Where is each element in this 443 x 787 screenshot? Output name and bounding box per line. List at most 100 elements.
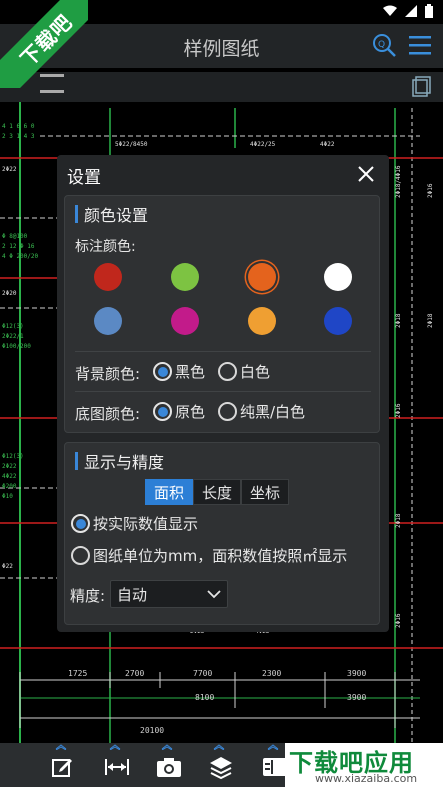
svg-text:2Φ18/4Φ16: 2Φ18/4Φ16 [395,165,402,198]
svg-text:4Φ22: 4Φ22 [2,473,17,480]
dim-label: 20100 [140,726,164,735]
svg-text:4 1 6 6 0: 4 1 6 6 0 [2,123,35,130]
svg-text:2Φ16: 2Φ16 [395,403,402,418]
background-white-radio[interactable]: 白色 [218,361,270,382]
signal-icon [405,5,417,17]
actual-value-radio[interactable]: 按实际数值显示 [71,513,198,534]
menu-icon[interactable] [407,32,433,58]
background-color-label: 背景颜色: [75,365,141,383]
measure-type-tabs: 面积 长度 坐标 [145,479,290,505]
layers-tool[interactable] [200,743,240,787]
svg-text:4Φ22/25: 4Φ22/25 [250,141,276,148]
color-settings-group: 颜色设置 标注颜色: 背景颜色: 黑色 白色 底图颜色: 原色 纯黑/白色 [64,195,380,433]
edit-icon [52,759,72,777]
measure-icon [105,759,129,775]
mm-unit-radio[interactable]: 图纸单位为mm，面积数值按照㎡显示 [71,545,347,566]
section-heading: 显示与精度 [84,453,165,472]
radio-label: 按实际数值显示 [93,515,199,533]
radio-indicator [71,514,90,533]
dim-label: 8100 [195,693,214,702]
radio-indicator [218,402,237,421]
tab-area[interactable]: 面积 [145,479,194,505]
radio-label: 原色 [175,403,206,421]
base-color-label: 底图颜色: [75,405,141,423]
dim-label: 3900 [347,669,366,678]
chevron-up-icon [213,744,225,750]
svg-text:2 3 1 4 3: 2 3 1 4 3 [2,133,35,140]
tab-length[interactable]: 长度 [193,479,242,505]
brand-url: www.xiazaiba.com [315,772,418,785]
battery-icon [425,4,433,18]
dim-label: 1725 [68,669,87,678]
svg-text:2Φ18: 2Φ18 [427,313,434,328]
svg-text:5Φ22/8450: 5Φ22/8450 [115,141,148,148]
svg-text:2 12 Φ 16: 2 12 Φ 16 [2,243,35,250]
screenshot-tool[interactable] [148,743,188,787]
color-swatch-white[interactable] [324,263,352,291]
close-icon[interactable] [355,163,377,185]
section-accent-bar [75,452,78,470]
dialog-title: 设置 [67,168,101,188]
svg-text:2Φ22: 2Φ22 [2,463,17,470]
search-icon[interactable]: Q [371,32,397,58]
svg-text:Φ12(3): Φ12(3) [2,323,24,330]
base-original-radio[interactable]: 原色 [153,401,205,422]
svg-text:2Φ22: 2Φ22 [2,166,17,173]
svg-text:2Φ18: 2Φ18 [395,313,402,328]
camera-icon [157,758,181,777]
svg-text:Q: Q [378,40,385,50]
dim-label: 7700 [193,669,212,678]
svg-text:Φ22: Φ22 [2,563,13,570]
chevron-down-icon [207,590,221,599]
chevron-up-icon [55,744,67,750]
layers-icon [210,757,232,780]
radio-label: 图纸单位为mm，面积数值按照㎡显示 [93,547,348,565]
radio-label: 黑色 [175,363,206,381]
svg-text:Φ12(3): Φ12(3) [2,453,24,460]
dim-label: 2300 [262,669,281,678]
color-swatch-amber[interactable] [248,307,276,335]
color-swatch-magenta[interactable] [171,307,199,335]
svg-text:Φ200: Φ200 [2,483,17,490]
svg-text:2Φ16: 2Φ16 [395,613,402,628]
radio-label: 白色 [240,363,271,381]
measure-tool[interactable] [96,743,136,787]
svg-text:2Φ22/1: 2Φ22/1 [2,333,24,340]
settings-dialog: 设置 颜色设置 标注颜色: 背景颜色: 黑色 白色 底图颜色: 原色 纯黑/白色… [57,155,389,632]
precision-value: 自动 [117,585,148,604]
chevron-up-icon [161,744,173,750]
wifi-icon [383,5,397,16]
display-precision-group: 显示与精度 面积 长度 坐标 按实际数值显示 图纸单位为mm，面积数值按照㎡显示… [64,442,380,625]
radio-indicator [71,546,90,565]
divider [75,351,371,352]
brand-watermark: 下载吧应用 www.xiazaiba.com [285,743,443,787]
color-swatch-blue[interactable] [324,307,352,335]
chevron-up-icon [267,744,279,750]
svg-text:Φ10: Φ10 [2,493,13,500]
svg-text:4Φ22: 4Φ22 [320,141,335,148]
section-accent-bar [75,205,78,223]
svg-text:Φ 8@100: Φ 8@100 [2,233,28,240]
precision-select[interactable]: 自动 [110,580,228,608]
watermark-logo: 下载吧 [0,0,88,88]
svg-text:2Φ18: 2Φ18 [395,513,402,528]
edit-tool[interactable] [42,743,82,787]
color-swatch-blue-gray[interactable] [94,307,122,335]
color-swatch-orange[interactable] [248,263,276,291]
color-swatch-red[interactable] [94,263,122,291]
base-mono-radio[interactable]: 纯黑/白色 [218,401,305,422]
dim-label: 2700 [125,669,144,678]
radio-indicator [218,362,237,381]
logo-text: 下载吧 [15,9,77,71]
color-swatch-green[interactable] [171,263,199,291]
svg-text:2Φ20: 2Φ20 [2,290,17,297]
chevron-up-icon [109,744,121,750]
background-black-radio[interactable]: 黑色 [153,361,205,382]
svg-text:Φ100/200: Φ100/200 [2,343,31,350]
divider [75,391,371,392]
tab-coordinate[interactable]: 坐标 [241,479,290,505]
svg-text:4 Φ 200/20: 4 Φ 200/20 [2,253,39,260]
svg-text:2Φ16: 2Φ16 [427,183,434,198]
radio-indicator [153,402,172,421]
annotation-color-label: 标注颜色: [75,239,136,255]
